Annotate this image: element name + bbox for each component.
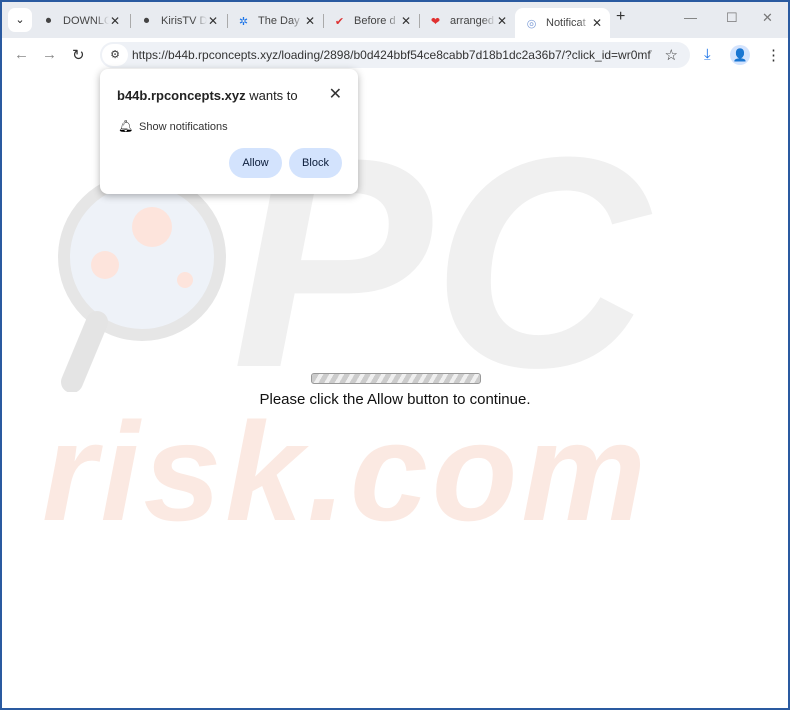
- permission-label: Show notifications: [139, 121, 228, 133]
- maximize-button[interactable]: ☐: [726, 10, 738, 26]
- close-tab-icon[interactable]: ✕: [401, 14, 411, 28]
- red-check-icon: ✔: [334, 15, 345, 28]
- notification-permission-popup: b44b.rpconcepts.xyz wants to ✕ 🔔︎ Show n…: [100, 69, 358, 194]
- close-tab-icon[interactable]: ✕: [497, 14, 507, 28]
- menu-kebab-icon[interactable]: ⋮: [766, 46, 781, 64]
- heart-icon: ❤: [430, 15, 441, 28]
- reload-button[interactable]: ↻: [72, 46, 85, 64]
- tab-search-button[interactable]: ⌄: [8, 8, 32, 32]
- minimize-button[interactable]: —: [684, 10, 697, 25]
- tab-bar: ⌄ ⏺ DOWNLO ✕ ⏺ KirisTV D ✕ ✲ The Day ✕ ✔ Before…: [2, 2, 788, 38]
- allow-button[interactable]: Allow: [229, 148, 282, 178]
- profile-avatar-icon[interactable]: 👤: [730, 45, 750, 65]
- url-text[interactable]: https://b44b.rpconcepts.xyz/loading/2898…: [132, 48, 652, 62]
- tab-4[interactable]: ✔ Before d ✕: [323, 8, 419, 34]
- close-window-button[interactable]: ✕: [762, 10, 773, 26]
- toolbar: ← → ↻ ⚙ https://b44b.rpconcepts.xyz/load…: [2, 38, 788, 72]
- close-tab-icon[interactable]: ✕: [305, 14, 315, 28]
- progress-bar: [311, 373, 481, 384]
- tab-2[interactable]: ⏺ KirisTV D ✕: [130, 8, 226, 34]
- close-tab-icon[interactable]: ✕: [208, 14, 218, 28]
- new-tab-button[interactable]: +: [616, 8, 625, 26]
- tab-1[interactable]: ⏺ DOWNLO ✕: [32, 8, 128, 34]
- circle-play-icon: ⏺: [45, 14, 52, 27]
- browser-window: ⌄ ⏺ DOWNLO ✕ ⏺ KirisTV D ✕ ✲ The Day ✕ ✔ Before…: [2, 2, 788, 708]
- back-button[interactable]: ←: [14, 46, 29, 63]
- download-icon[interactable]: ⤓: [704, 46, 711, 63]
- site-settings-icon[interactable]: ⚙: [102, 44, 128, 66]
- bookmark-star-icon[interactable]: ☆: [665, 46, 678, 64]
- bell-icon: 🔔︎: [118, 119, 134, 133]
- close-popup-icon[interactable]: ✕: [329, 84, 342, 104]
- tab-6-active[interactable]: ◎ Notificat ✕: [515, 8, 610, 38]
- instruction-message: Please click the Allow button to continu…: [259, 391, 531, 408]
- block-button[interactable]: Block: [289, 148, 342, 178]
- address-bar[interactable]: ⚙ https://b44b.rpconcepts.xyz/loading/28…: [100, 42, 690, 68]
- loading-spinner-icon: ✲: [238, 15, 249, 28]
- close-tab-icon[interactable]: ✕: [592, 16, 602, 30]
- tab-3[interactable]: ✲ The Day ✕: [227, 8, 323, 34]
- tab-5[interactable]: ❤ arranged ✕: [419, 8, 515, 34]
- circle-play-icon: ⏺: [143, 14, 150, 27]
- popup-title: b44b.rpconcepts.xyz wants to: [117, 88, 298, 103]
- globe-icon: ◎: [526, 17, 537, 30]
- close-tab-icon[interactable]: ✕: [110, 14, 120, 28]
- magnifier-watermark-icon: [58, 173, 226, 392]
- forward-button[interactable]: →: [42, 46, 57, 63]
- watermark-risk: risk.com: [42, 393, 650, 550]
